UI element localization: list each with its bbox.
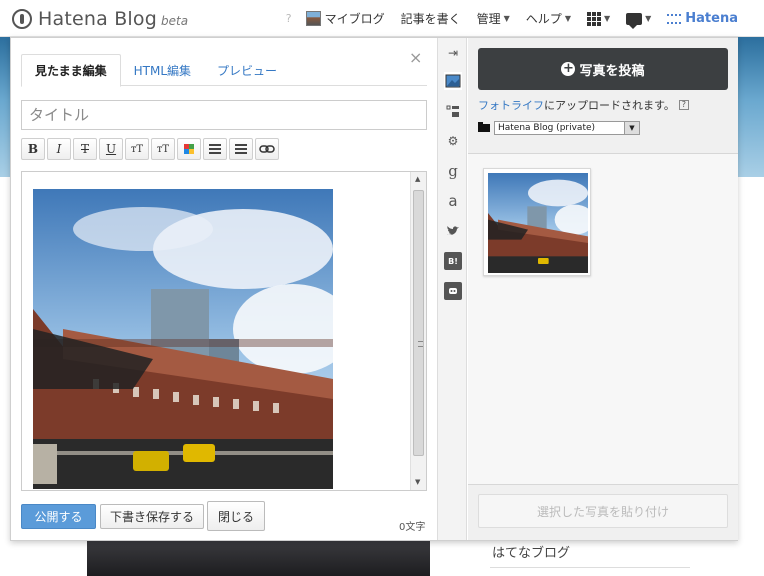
- italic-icon: I: [56, 142, 62, 156]
- entry-body-editor[interactable]: ▲ ▼: [21, 171, 427, 491]
- bullet-list-button[interactable]: [203, 138, 227, 160]
- tab-html[interactable]: HTML編集: [121, 54, 204, 86]
- tab-preview[interactable]: プレビュー: [204, 54, 290, 86]
- collapse-panel-icon[interactable]: ⇥: [444, 44, 462, 62]
- text-color-button[interactable]: [177, 138, 201, 160]
- hatena-brand-link[interactable]: Hatena: [667, 11, 738, 26]
- scroll-thumb[interactable]: [413, 190, 424, 456]
- caret-down-icon: ▼: [503, 14, 510, 23]
- numbered-list-icon: [235, 144, 247, 154]
- nav-my-blog[interactable]: マイブログ: [305, 10, 385, 27]
- folder-select[interactable]: Hatena Blog (private) ▼: [494, 121, 640, 135]
- tokyo-station-photo: [33, 189, 333, 489]
- logo-text: Hatena Blog: [38, 8, 157, 30]
- italic-button[interactable]: I: [47, 138, 71, 160]
- global-header: Hatena Blog beta ? マイブログ 記事を書く 管理 ▼ ヘルプ …: [0, 0, 764, 37]
- bold-icon: B: [27, 142, 39, 156]
- google-icon[interactable]: g: [444, 162, 462, 180]
- format-toolbar: B I T U тT тT: [21, 138, 279, 160]
- caret-down-icon: ▼: [564, 14, 571, 23]
- publish-button[interactable]: 公開する: [21, 504, 96, 529]
- photo-list: [468, 154, 738, 484]
- editor-scrollbar[interactable]: ▲ ▼: [410, 172, 426, 490]
- insert-link-button[interactable]: [255, 138, 279, 160]
- mobile-robot-icon[interactable]: [444, 282, 462, 300]
- fotolife-note: フォトライフ にアップロードされます。 ?: [478, 97, 689, 113]
- entry-editor-dialog: × 見たまま編集 HTML編集 プレビュー B I T U тT тT: [10, 37, 738, 541]
- nav-write[interactable]: 記事を書く: [401, 10, 461, 27]
- title-input[interactable]: [21, 100, 427, 130]
- blog-sidebar-link[interactable]: はてなブログ: [492, 542, 570, 561]
- color-palette-icon: [184, 144, 194, 154]
- font-size-down-button[interactable]: тT: [151, 138, 175, 160]
- underline-icon: U: [105, 142, 117, 156]
- nav-help[interactable]: ヘルプ ▼: [526, 10, 571, 27]
- fotolife-note-text: にアップロードされます。: [544, 99, 675, 112]
- inserted-photo[interactable]: [33, 189, 333, 489]
- font-size-up-icon: тT: [130, 143, 144, 155]
- folder-icon: [478, 122, 490, 132]
- folder-select-value: Hatena Blog (private): [498, 123, 596, 133]
- gear-icon[interactable]: ⚙: [444, 132, 462, 150]
- nav-help-label: ヘルプ: [525, 12, 562, 26]
- editor-tabs: 見たまま編集 HTML編集 プレビュー: [21, 54, 427, 87]
- side-tool-strip: ⇥ ⚙ g a B!: [437, 38, 467, 540]
- photo-upload-panel: + 写真を投稿 フォトライフ にアップロードされます。 ? Hatena Blo…: [468, 38, 738, 540]
- paste-selected-photo-button[interactable]: 選択した写真を貼り付け: [478, 494, 728, 528]
- strikethrough-icon: T: [80, 142, 89, 156]
- save-draft-button[interactable]: 下書き保存する: [100, 504, 204, 529]
- photo-thumbnail[interactable]: [483, 168, 591, 276]
- logo-beta: beta: [161, 14, 189, 28]
- global-nav: ? マイブログ 記事を書く 管理 ▼ ヘルプ ▼ ▼ ▼ Hatena: [286, 0, 764, 37]
- fotolife-link[interactable]: フォトライフ: [478, 97, 544, 113]
- font-size-down-icon: тT: [156, 143, 170, 155]
- speech-bubble-icon: [626, 12, 643, 29]
- nav-manage-label: 管理: [476, 12, 501, 26]
- photo-thumbnail-image: [488, 173, 588, 273]
- dropdown-arrow-icon[interactable]: ▼: [624, 122, 639, 134]
- help-question-icon[interactable]: ?: [678, 100, 689, 110]
- my-blog-thumbnail-icon: [305, 11, 321, 26]
- panel-divider: [468, 484, 738, 485]
- close-button[interactable]: 閉じる: [207, 501, 265, 531]
- strikethrough-button[interactable]: T: [73, 138, 97, 160]
- apps-grid-icon: [586, 11, 601, 26]
- link-chain-icon: [259, 145, 275, 153]
- bold-button[interactable]: B: [21, 138, 45, 160]
- nav-my-blog-label: マイブログ: [324, 12, 385, 26]
- amazon-icon[interactable]: a: [444, 192, 462, 210]
- font-size-up-button[interactable]: тT: [125, 138, 149, 160]
- upload-photo-label: 写真を投稿: [579, 63, 645, 79]
- scroll-up-icon[interactable]: ▲: [415, 175, 420, 183]
- underline-button[interactable]: U: [99, 138, 123, 160]
- upload-photo-button[interactable]: + 写真を投稿: [478, 48, 728, 90]
- photo-tool-icon[interactable]: [444, 72, 462, 90]
- twitter-icon[interactable]: [444, 222, 462, 240]
- logo-mark-icon: [12, 9, 32, 29]
- hatena-bookmark-icon[interactable]: B!: [444, 252, 462, 270]
- caret-down-icon: ▼: [603, 14, 611, 23]
- nav-apps[interactable]: ▼: [586, 11, 611, 26]
- bullet-list-icon: [209, 144, 221, 154]
- numbered-list-button[interactable]: [229, 138, 253, 160]
- nav-notifications[interactable]: ▼: [626, 12, 652, 29]
- tab-wysiwyg[interactable]: 見たまま編集: [21, 54, 121, 87]
- hatena-brand-label: Hatena: [685, 11, 738, 26]
- hatena-dots-icon: [667, 13, 682, 24]
- char-count: 0文字: [399, 522, 426, 533]
- plus-circle-icon: +: [561, 61, 576, 76]
- nav-manage[interactable]: 管理 ▼: [477, 10, 510, 27]
- sidebar-divider: [490, 567, 690, 568]
- folder-selector-row: Hatena Blog (private) ▼: [478, 121, 640, 135]
- media-list-icon[interactable]: [444, 102, 462, 120]
- blog-entry-photo: [87, 540, 430, 576]
- nav-write-label: 記事を書く: [400, 12, 461, 26]
- caret-down-icon: ▼: [645, 14, 652, 23]
- help-question-icon[interactable]: ?: [286, 12, 292, 25]
- hatena-blog-logo[interactable]: Hatena Blog beta: [12, 8, 188, 30]
- scroll-down-icon[interactable]: ▼: [415, 478, 420, 486]
